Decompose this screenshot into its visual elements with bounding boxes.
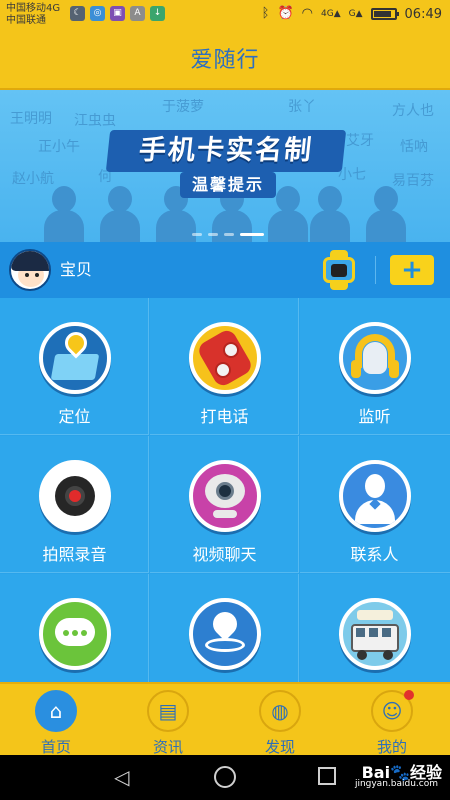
smartwatch-icon[interactable] xyxy=(320,250,358,290)
carousel-indicator xyxy=(192,233,264,236)
app-header: 爱随行 xyxy=(0,32,450,90)
promo-banner[interactable]: 王明明 江虫虫 于菠萝 张丫 方人也 正小午 艾牙 恬吶 赵小航何小七 易百芬 手机卡实名制 温馨… xyxy=(0,90,450,242)
home-button-icon[interactable] xyxy=(214,766,236,788)
camera-icon xyxy=(39,460,111,532)
gallery-icon: ▣ xyxy=(110,6,125,21)
banner-bg-name: 王明明 xyxy=(10,111,52,127)
carrier-info: 中国移动4G 中国联通 xyxy=(6,3,60,27)
tab-label: 首页 xyxy=(40,738,71,756)
battery-icon xyxy=(370,8,399,20)
tab-news[interactable]: ▤ 资讯 xyxy=(112,684,224,757)
avatar[interactable] xyxy=(9,249,51,291)
bottom-tab-bar: ⌂ 首页 ▤ 资讯 ◍ 发现 ☺ 我的 xyxy=(0,682,450,757)
feature-photo-record[interactable]: 拍照录音 xyxy=(0,436,149,573)
page-title: 爱随行 xyxy=(190,48,260,73)
divider xyxy=(375,256,376,284)
webcam-icon xyxy=(189,460,261,532)
banner-bg-name: 恬吶 xyxy=(400,139,428,155)
banner-bg-name: 江虫虫 xyxy=(74,113,116,129)
banner-bg-name: 方人也 xyxy=(392,103,434,119)
watermark-url: jingyan.baidu.com xyxy=(354,779,438,789)
clock: 06:49 xyxy=(404,6,442,22)
feature-location[interactable]: 定位 xyxy=(0,298,149,435)
notification-icons: ☾ ◎ ▣ A ↓ xyxy=(70,6,165,21)
tab-mine[interactable]: ☺ 我的 xyxy=(336,684,450,757)
feature-grid: 定位 打电话 监听 拍照录音 视频聊天 联系人 xyxy=(0,298,450,711)
app-icon: A xyxy=(130,6,145,21)
signal-2-icon: G▲ xyxy=(348,9,363,19)
tab-label: 发现 xyxy=(264,738,295,756)
banner-bg-name: 正小午 xyxy=(38,139,80,155)
carousel-dot[interactable] xyxy=(240,233,264,236)
carrier-2: 中国联通 xyxy=(6,15,46,26)
feature-label: 拍照录音 xyxy=(42,545,107,564)
feature-label: 监听 xyxy=(358,407,391,426)
tab-discover[interactable]: ◍ 发现 xyxy=(224,684,336,757)
carousel-dot[interactable] xyxy=(224,233,234,236)
planet-icon: ◍ xyxy=(259,690,301,732)
add-device-button[interactable]: + xyxy=(390,255,434,285)
banner-bg-name: 艾牙 xyxy=(346,133,374,149)
device-profile-bar: 宝贝 + xyxy=(0,242,450,298)
carrier-1: 中国移动4G xyxy=(6,3,61,14)
feature-listen[interactable]: 监听 xyxy=(300,298,450,435)
tab-label: 资讯 xyxy=(152,738,183,756)
home-icon: ⌂ xyxy=(35,690,77,732)
banner-bg-name: 于菠萝 xyxy=(162,99,204,115)
feature-label: 视频聊天 xyxy=(192,545,257,564)
chat-bubble-icon xyxy=(39,598,111,670)
browser-icon: ◎ xyxy=(90,6,105,21)
tab-label: 我的 xyxy=(376,738,407,756)
navigation-pin-icon xyxy=(189,598,261,670)
bluetooth-icon: ᛒ xyxy=(261,6,270,21)
device-name[interactable]: 宝贝 xyxy=(60,242,92,298)
moon-icon: ☾ xyxy=(70,6,85,21)
feature-label: 联系人 xyxy=(350,545,399,564)
news-icon: ▤ xyxy=(147,690,189,732)
notification-badge xyxy=(404,690,414,700)
back-icon[interactable]: ◁ xyxy=(114,767,129,787)
carousel-dot[interactable] xyxy=(208,233,218,236)
system-navigation-bar: ◁ Bai🐾经验 jingyan.baidu.com xyxy=(0,755,450,800)
status-right: ᛒ ⏰ ◠ 4G▲ G▲ 06:49 xyxy=(262,6,442,22)
status-bar: 中国移动4G 中国联通 ☾ ◎ ▣ A ↓ ᛒ ⏰ ◠ 4G▲ G▲ 06:49 xyxy=(0,0,450,32)
banner-headline: 手机卡实名制 xyxy=(105,130,347,172)
phone-icon xyxy=(189,322,261,394)
wifi-icon: ◠ xyxy=(301,6,313,21)
headphones-icon xyxy=(339,322,411,394)
contact-icon xyxy=(339,460,411,532)
school-bus-icon xyxy=(339,598,411,670)
banner-subheadline: 温馨提示 xyxy=(180,172,276,198)
download-icon: ↓ xyxy=(150,6,165,21)
feature-contacts[interactable]: 联系人 xyxy=(300,436,450,573)
feature-video-chat[interactable]: 视频聊天 xyxy=(150,436,299,573)
banner-headline-card: 手机卡实名制 温馨提示 xyxy=(105,130,347,202)
feature-label: 定位 xyxy=(58,407,91,426)
alarm-icon: ⏰ xyxy=(277,6,294,21)
tab-home[interactable]: ⌂ 首页 xyxy=(0,684,112,757)
feature-label: 打电话 xyxy=(200,407,249,426)
signal-1-icon: 4G▲ xyxy=(321,9,341,19)
location-map-icon xyxy=(39,322,111,394)
recent-apps-icon[interactable] xyxy=(318,767,336,785)
carousel-dot[interactable] xyxy=(192,233,202,236)
banner-bg-name: 张丫 xyxy=(288,99,316,115)
feature-call[interactable]: 打电话 xyxy=(150,298,299,435)
